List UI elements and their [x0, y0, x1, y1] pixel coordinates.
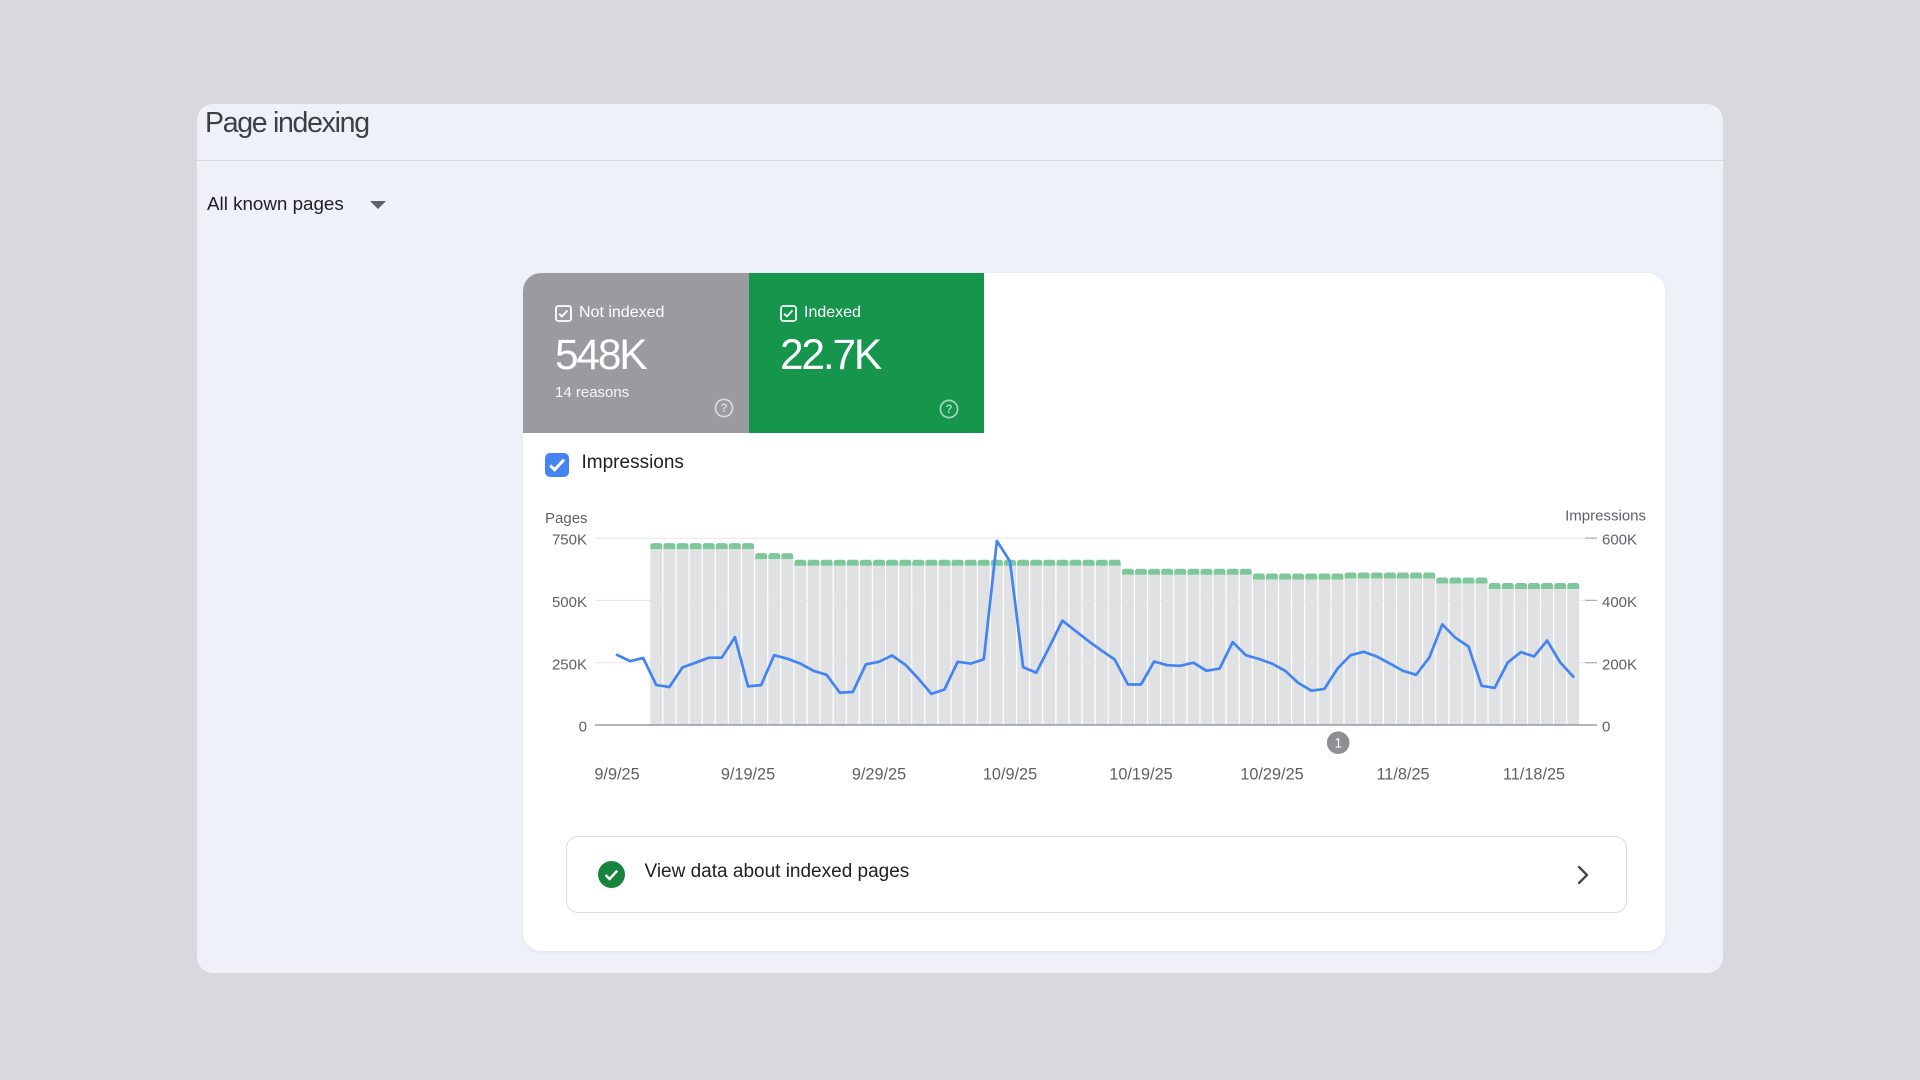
- svg-text:10/19/25: 10/19/25: [1109, 766, 1172, 784]
- svg-text:200K: 200K: [1602, 656, 1637, 673]
- svg-text:250K: 250K: [552, 656, 587, 673]
- svg-text:Pages: Pages: [545, 510, 588, 527]
- svg-text:11/8/25: 11/8/25: [1376, 766, 1429, 784]
- svg-text:750K: 750K: [552, 532, 587, 549]
- svg-text:1: 1: [1334, 736, 1342, 751]
- svg-text:500K: 500K: [552, 594, 587, 611]
- svg-text:0: 0: [1602, 719, 1610, 736]
- svg-text:9/19/25: 9/19/25: [721, 766, 775, 784]
- svg-text:9/9/25: 9/9/25: [594, 766, 639, 784]
- svg-text:9/29/25: 9/29/25: [852, 766, 906, 784]
- svg-text:10/29/25: 10/29/25: [1240, 766, 1303, 784]
- svg-text:Impressions: Impressions: [1565, 508, 1646, 525]
- svg-text:0: 0: [579, 719, 587, 736]
- svg-text:11/18/25: 11/18/25: [1503, 766, 1565, 784]
- svg-text:10/9/25: 10/9/25: [983, 766, 1037, 784]
- svg-text:600K: 600K: [1602, 532, 1637, 549]
- svg-text:400K: 400K: [1602, 594, 1637, 611]
